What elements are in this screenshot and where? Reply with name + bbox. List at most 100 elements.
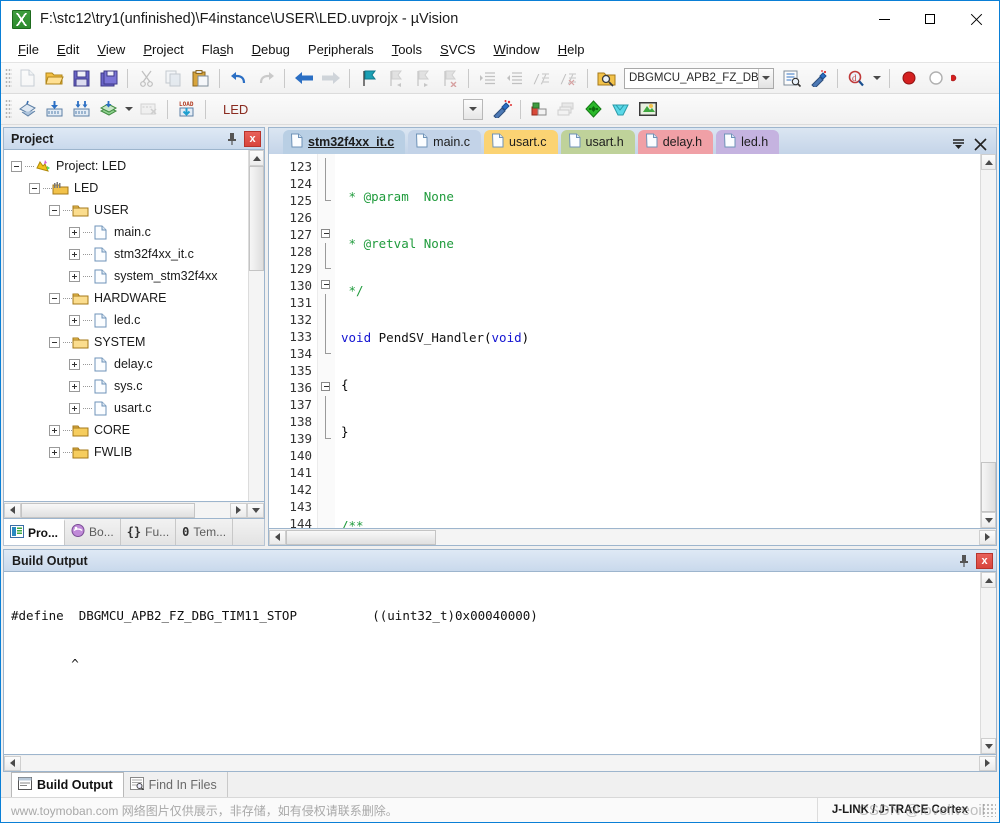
expander-icon[interactable] [69,270,80,282]
minimize-button[interactable] [861,1,907,37]
build-output-body[interactable]: #define DBGMCU_APB2_FZ_DBG_TIM11_STOP ((… [3,571,997,755]
build-output-horizontal-scrollbar[interactable] [3,755,997,772]
scroll-track[interactable] [436,529,979,545]
menu-tools[interactable]: Tools [383,39,431,60]
configure-icon[interactable] [806,66,831,90]
tree-node-main-c[interactable]: main.c [8,221,248,243]
navigate-forward-icon[interactable] [318,66,343,90]
indent-left-icon[interactable] [502,66,527,90]
build-output-vertical-scrollbar[interactable] [980,572,996,754]
expander-icon[interactable] [69,358,80,370]
tab-project[interactable]: Pro... [4,519,66,545]
target-options-icon[interactable] [489,97,514,121]
navigate-back-icon[interactable] [291,66,316,90]
maximize-button[interactable] [907,1,953,37]
tree-node-project-led[interactable]: Project: LED [8,155,248,177]
tree-node-user[interactable]: USER [8,199,248,221]
build-toolbar-grip[interactable] [5,99,12,119]
scroll-left-button[interactable] [4,502,21,518]
scroll-thumb[interactable] [249,166,264,271]
batch-build-icon[interactable] [96,97,121,121]
menu-window[interactable]: Window [484,39,548,60]
expander-icon[interactable] [49,204,60,216]
bookmark-prev-icon[interactable] [383,66,408,90]
scroll-thumb[interactable] [981,462,996,512]
scroll-left-button[interactable] [269,529,286,545]
open-file-icon[interactable] [42,66,67,90]
find-in-files-icon[interactable] [594,66,619,90]
symbol-search-combo[interactable]: DBGMCU_APB2_FZ_DBG_ [624,67,774,89]
project-tree-vertical-scrollbar[interactable] [248,150,264,501]
menu-project[interactable]: Project [134,39,192,60]
tree-node-led-c[interactable]: led.c [8,309,248,331]
find-dropdown-arrow[interactable] [871,66,883,90]
scroll-right-button[interactable] [230,502,247,518]
editor-horizontal-scrollbar[interactable] [268,529,997,546]
project-components-icon[interactable] [635,97,660,121]
tab-list-icon[interactable] [952,138,965,151]
expander-icon[interactable] [69,402,80,414]
stop-build-icon[interactable] [136,97,161,121]
scroll-track[interactable] [195,502,230,518]
tree-node-led[interactable]: LED [8,177,248,199]
bookmark-clear-icon[interactable] [437,66,462,90]
scroll-track[interactable] [21,755,979,771]
expander-icon[interactable] [69,380,80,392]
scroll-up-button[interactable] [981,154,996,170]
undo-icon[interactable] [226,66,251,90]
expander-icon[interactable] [69,248,80,260]
expander-icon[interactable] [69,226,80,238]
scroll-down-button[interactable] [981,512,996,528]
symbol-search-dropdown-arrow[interactable] [757,68,773,88]
breakpoint-extra-icon[interactable] [950,66,960,90]
project-panel-close-button[interactable]: x [244,130,261,147]
scroll-track[interactable] [249,271,264,501]
scroll-thumb[interactable] [21,502,195,518]
build-output-close-button[interactable]: x [976,552,993,569]
tree-node-delay-c[interactable]: delay.c [8,353,248,375]
tab-find-in-files[interactable]: Find In Files [124,772,228,797]
paste-icon[interactable] [188,66,213,90]
disable-breakpoint-icon[interactable] [923,66,948,90]
scroll-right-button[interactable] [979,755,996,771]
expander-icon[interactable] [29,182,40,194]
project-panel-pin-button[interactable] [224,131,240,147]
menu-svcs[interactable]: SVCS [431,39,484,60]
expander-icon[interactable] [11,160,22,172]
bookmark-next-icon[interactable] [410,66,435,90]
menu-view[interactable]: View [88,39,134,60]
batch-build-dropdown-arrow[interactable] [123,97,134,121]
editor-tab-usart-c[interactable]: usart.c [484,130,558,154]
multi-project-icon[interactable] [608,97,633,121]
editor-tab-usart-h[interactable]: usart.h [560,130,635,154]
scroll-track[interactable] [981,170,996,462]
menu-help[interactable]: Help [549,39,594,60]
tree-node-usart-c[interactable]: usart.c [8,397,248,419]
scroll-up-button[interactable] [249,150,264,166]
code-view[interactable]: 123 124 125 126 127 128 129 130 131 132 … [269,154,980,528]
scroll-down-button[interactable] [981,738,996,754]
menu-flash[interactable]: Flash [193,39,243,60]
tab-templates[interactable]: 0 Tem... [176,519,234,545]
expander-icon[interactable] [49,424,60,436]
find-icon[interactable]: d [844,66,869,90]
manage-runtime-env-icon[interactable] [554,97,579,121]
project-tree-horizontal-scrollbar[interactable] [3,502,265,519]
indent-right-icon[interactable] [475,66,500,90]
project-tree[interactable]: Project: LED LED USER main.c stm32f4xx_i… [4,150,248,501]
panel-overflow-button[interactable] [247,502,264,518]
browse-symbols-icon[interactable] [779,66,804,90]
tree-node-sys-c[interactable]: sys.c [8,375,248,397]
expander-icon[interactable] [49,292,60,304]
code-text[interactable]: * @param None * @retval None */ void Pen… [335,154,980,528]
editor-tab-delay-h[interactable]: delay.h [637,130,714,154]
build-icon[interactable] [42,97,67,121]
menu-peripherals[interactable]: Peripherals [299,39,383,60]
breakpoint-icon[interactable] [896,66,921,90]
manage-project-items-icon[interactable] [527,97,552,121]
tree-node-hardware[interactable]: HARDWARE [8,287,248,309]
menu-edit[interactable]: Edit [48,39,88,60]
toolbar-grip[interactable] [5,68,12,88]
target-dropdown-arrow[interactable] [463,98,484,120]
copy-icon[interactable] [161,66,186,90]
